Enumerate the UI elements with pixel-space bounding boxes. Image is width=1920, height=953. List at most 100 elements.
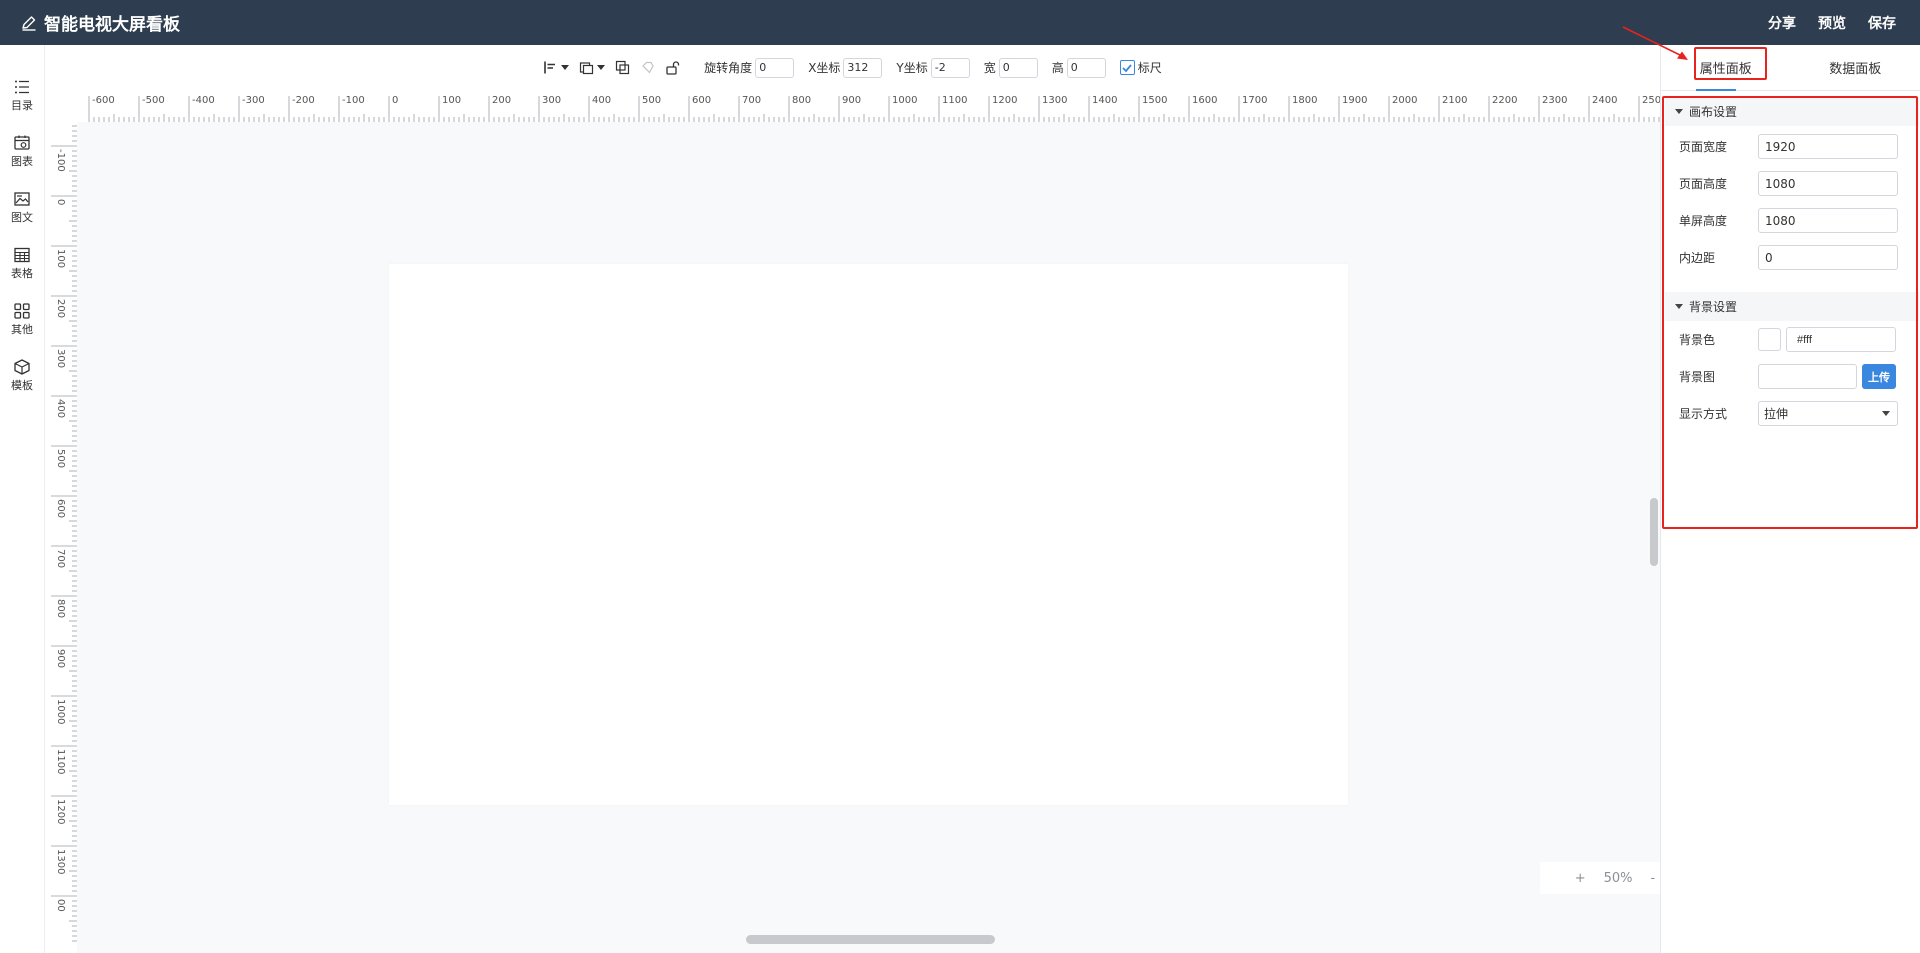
ruler-label: 500 <box>642 95 661 106</box>
height-input[interactable] <box>1066 57 1106 78</box>
ruler-label: -200 <box>292 95 315 106</box>
upload-button[interactable]: 上传 <box>1862 364 1896 389</box>
width-input[interactable] <box>998 57 1038 78</box>
ruler-label: 250 <box>1642 95 1660 106</box>
caret-down-icon <box>1675 109 1683 114</box>
share-button[interactable]: 分享 <box>1768 13 1796 33</box>
padding-row: 内边距 <box>1665 239 1919 276</box>
list-icon <box>15 80 29 93</box>
page-width-row: 页面宽度 <box>1665 128 1919 165</box>
ruler-label: 1800 <box>1292 95 1317 106</box>
canvas-settings-header[interactable]: 画布设置 <box>1665 97 1919 126</box>
vertical-scrollbar[interactable] <box>1650 498 1658 566</box>
ruler-label: 2000 <box>1392 95 1417 106</box>
bg-image-input[interactable] <box>1758 364 1857 389</box>
field-label: 背景图 <box>1679 370 1716 384</box>
ruler-label: 2300 <box>1542 95 1567 106</box>
chevron-down-icon <box>561 65 570 70</box>
ruler-label: -400 <box>192 95 215 106</box>
annotation-arrow-icon <box>1622 26 1688 60</box>
sidebar-item-label: 图文 <box>11 210 33 224</box>
table-icon <box>14 247 30 262</box>
sidebar-item-label: 图表 <box>11 154 33 168</box>
page-height-input[interactable] <box>1758 171 1898 196</box>
undo-button[interactable] <box>640 60 655 75</box>
x-field: X坐标 <box>808 57 883 78</box>
zoom-control: + 50% - <box>1540 862 1660 894</box>
copy-button[interactable] <box>615 60 630 75</box>
chart-icon <box>14 135 30 150</box>
artboard[interactable] <box>389 264 1348 805</box>
sidebar-item-template[interactable]: 模板 <box>0 347 44 403</box>
tab-data[interactable]: 数据面板 <box>1791 45 1920 90</box>
height-label: 高 <box>1051 61 1064 75</box>
edit-icon <box>22 15 36 31</box>
ruler-toggle[interactable]: 标尺 <box>1119 59 1162 76</box>
ruler-label: 1000 <box>55 699 66 724</box>
horizontal-ruler[interactable]: -600 -500 -400 -300 -200 -100 0 100 200 300 400 500… <box>45 90 1660 122</box>
display-mode-row: 显示方式 拉伸 <box>1665 395 1919 432</box>
ruler-corner <box>45 90 77 122</box>
ruler-label: 700 <box>55 549 66 568</box>
bg-color-input[interactable] <box>1786 327 1896 352</box>
ruler-label: -300 <box>242 95 265 106</box>
x-input[interactable] <box>843 57 883 78</box>
sidebar-item-other[interactable]: 其他 <box>0 291 44 347</box>
ruler-label: 600 <box>692 95 711 106</box>
y-input[interactable] <box>930 57 970 78</box>
ruler-label: 200 <box>492 95 511 106</box>
header-actions: 分享 预览 保存 <box>1768 13 1920 33</box>
save-button[interactable]: 保存 <box>1868 13 1896 33</box>
checkmark-icon <box>1122 63 1132 72</box>
ruler-label: 300 <box>542 95 561 106</box>
sidebar-item-chart[interactable]: 图表 <box>0 123 44 179</box>
display-mode-select[interactable]: 拉伸 <box>1758 401 1898 426</box>
layer-dropdown[interactable] <box>579 60 606 75</box>
sidebar-item-catalog[interactable]: 目录 <box>0 67 44 123</box>
vertical-ruler[interactable]: -200-10001002003004005006007008009001000… <box>45 90 77 953</box>
canvas-area[interactable]: -600 -500 -400 -300 -200 -100 0 100 200 300 400 500… <box>45 90 1660 953</box>
sidebar-item-table[interactable]: 表格 <box>0 235 44 291</box>
ruler-label: 1300 <box>1042 95 1067 106</box>
layers-icon <box>580 62 594 75</box>
ruler-label: 1300 <box>55 849 66 874</box>
bg-image-row: 背景图 上传 <box>1665 358 1919 395</box>
ruler-label: 2400 <box>1592 95 1617 106</box>
color-swatch[interactable] <box>1758 328 1781 351</box>
height-field: 高 <box>1051 57 1106 78</box>
ruler-label: 00 <box>55 899 66 912</box>
background-settings-header[interactable]: 背景设置 <box>1665 292 1919 321</box>
ruler-checkbox[interactable] <box>1119 60 1135 75</box>
unlock-icon <box>666 61 680 75</box>
padding-input[interactable] <box>1758 245 1898 270</box>
zoom-in-button[interactable]: + <box>1575 871 1586 886</box>
bg-color-row: 背景色 <box>1665 321 1919 358</box>
ruler-label: 1100 <box>55 749 66 774</box>
zoom-out-button[interactable]: - <box>1651 871 1656 886</box>
align-dropdown[interactable] <box>543 60 570 75</box>
page-height-row: 页面高度 <box>1665 165 1919 202</box>
ruler-label: 1200 <box>55 799 66 824</box>
field-label: 单屏高度 <box>1679 214 1728 228</box>
section-title: 背景设置 <box>1689 300 1738 314</box>
y-field: Y坐标 <box>896 57 970 78</box>
ruler-label: -100 <box>342 95 365 106</box>
ruler-label: -100 <box>55 149 66 172</box>
field-label: 内边距 <box>1679 251 1716 265</box>
horizontal-scrollbar[interactable] <box>746 935 995 944</box>
ruler-label: 标尺 <box>1137 61 1162 75</box>
x-label: X坐标 <box>808 61 841 75</box>
toolbar-buttons <box>543 60 690 75</box>
section-title: 画布设置 <box>1689 105 1738 119</box>
field-label: 页面高度 <box>1679 177 1728 191</box>
screen-height-input[interactable] <box>1758 208 1898 233</box>
sidebar-item-image-text[interactable]: 图文 <box>0 179 44 235</box>
preview-button[interactable]: 预览 <box>1818 13 1846 33</box>
ruler-label: 1200 <box>992 95 1017 106</box>
page-width-input[interactable] <box>1758 134 1898 159</box>
lock-button[interactable] <box>665 60 680 75</box>
ruler-label: 2100 <box>1442 95 1467 106</box>
ruler-label: 1400 <box>1092 95 1117 106</box>
ruler-label: 800 <box>792 95 811 106</box>
rotation-input[interactable] <box>755 57 795 78</box>
